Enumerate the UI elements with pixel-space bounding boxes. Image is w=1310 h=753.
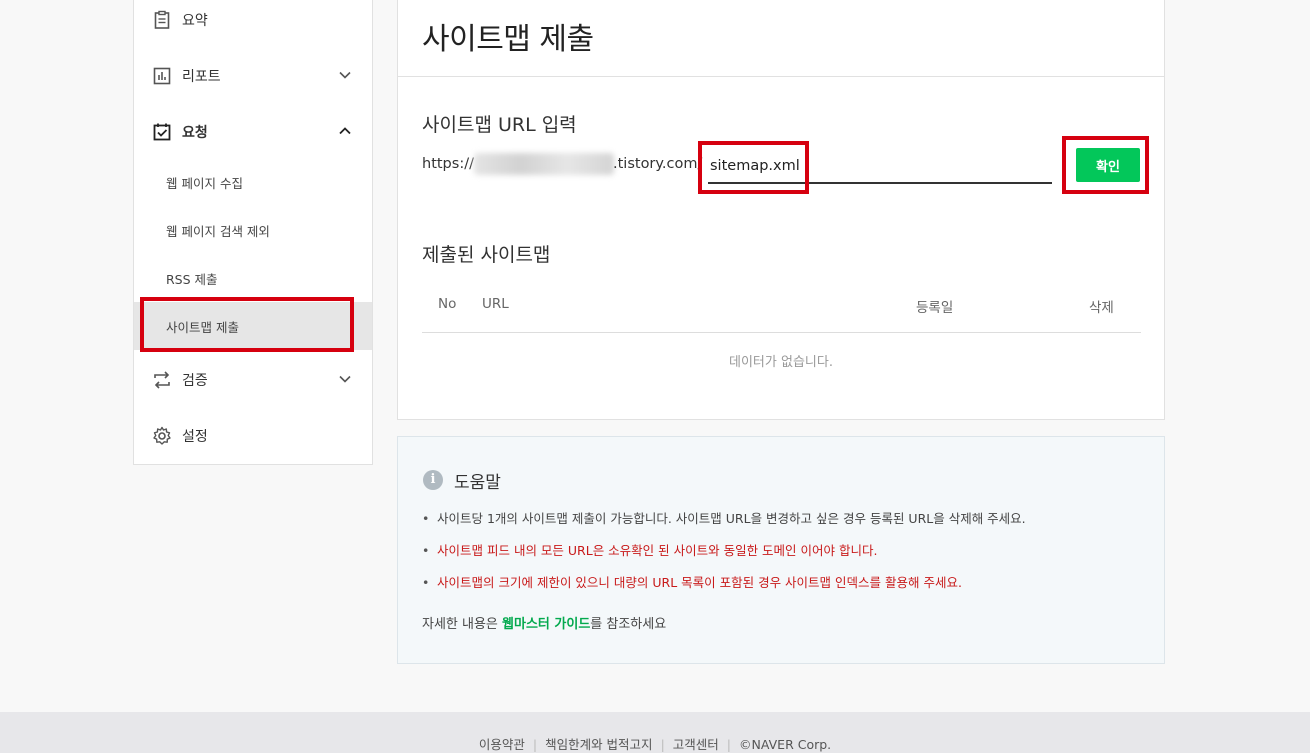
- page-title: 사이트맵 제출: [422, 22, 594, 57]
- footer-separator: |: [532, 737, 538, 752]
- sidebar-item-label: 설정: [182, 429, 208, 445]
- help-item-warning: 사이트맵 피드 내의 모든 URL은 소유확인 된 사이트와 동일한 도메인 이…: [422, 541, 1026, 573]
- blurred-site-name: [474, 153, 614, 175]
- footer-separator: |: [660, 737, 665, 752]
- table-header-no: No: [438, 296, 457, 312]
- sidebar-item-label: 요청: [182, 125, 208, 141]
- footer-separator: |: [726, 737, 732, 752]
- webmaster-guide-link[interactable]: 웹마스터 가이드: [502, 617, 590, 632]
- help-item: 사이트당 1개의 사이트맵 제출이 가능합니다. 사이트맵 URL을 변경하고 …: [422, 509, 1026, 541]
- sidebar-item-label: 요약: [182, 13, 208, 29]
- divider: [398, 76, 1164, 77]
- clipboard-icon: [152, 10, 172, 30]
- checklist-icon: [152, 122, 172, 142]
- gear-icon: [152, 426, 172, 446]
- sitemap-submit-panel: 사이트맵 제출 사이트맵 URL 입력 https:// .tistory.co…: [397, 0, 1165, 420]
- sidebar-subitem-web-page-exclude[interactable]: 웹 페이지 검색 제외: [134, 206, 372, 254]
- sidebar-item-label: 검증: [182, 373, 208, 389]
- sidebar-item-verify[interactable]: 검증: [134, 352, 372, 408]
- sidebar-item-request[interactable]: 요청: [134, 104, 372, 160]
- sidebar-item-label: 리포트: [182, 69, 221, 85]
- help-box: i 도움말 사이트당 1개의 사이트맵 제출이 가능합니다. 사이트맵 URL을…: [397, 436, 1165, 664]
- highlight-box-confirm-button: [1062, 136, 1149, 194]
- sidebar-subitem-web-page-collect[interactable]: 웹 페이지 수집: [134, 158, 372, 206]
- help-footer-suffix: 를 참조하세요: [590, 617, 667, 632]
- footer-links: 이용약관 | 책임한계와 법적고지 | 고객센터 | ©NAVER Corp.: [0, 734, 1310, 753]
- sidebar-item-summary[interactable]: 요약: [134, 0, 372, 48]
- url-section-title: 사이트맵 URL 입력: [422, 114, 577, 136]
- sidebar-item-settings[interactable]: 설정: [134, 408, 372, 464]
- table-header-url: URL: [482, 296, 509, 312]
- help-footer-text: 자세한 내용은 웹마스터 가이드를 참조하세요: [422, 613, 666, 632]
- footer-link-terms[interactable]: 이용약관: [479, 737, 525, 752]
- table-header-delete: 삭제: [1089, 300, 1114, 316]
- footer-link-help-center[interactable]: 고객센터: [673, 737, 719, 752]
- help-title: 도움말: [454, 473, 501, 493]
- sidebar: 요약 리포트 요청 웹 페이지 수집 웹 페이지 검색 제외 RSS 제출 사이…: [133, 0, 373, 465]
- url-suffix: .tistory.com/: [613, 156, 703, 172]
- footer-copyright: ©NAVER Corp.: [739, 737, 832, 752]
- info-icon: i: [423, 470, 443, 490]
- bar-chart-icon: [152, 66, 172, 86]
- chevron-up-icon: [338, 123, 352, 137]
- help-item-warning: 사이트맵의 크기에 제한이 있으니 대량의 URL 목록이 포함된 경우 사이트…: [422, 573, 1026, 605]
- empty-table-message: 데이터가 없습니다.: [729, 355, 833, 370]
- repeat-icon: [152, 370, 172, 390]
- footer-link-disclaimer[interactable]: 책임한계와 법적고지: [545, 737, 652, 752]
- submitted-sitemaps-title: 제출된 사이트맵: [422, 244, 551, 266]
- table-header-date: 등록일: [916, 300, 954, 316]
- chevron-down-icon: [338, 67, 352, 81]
- sidebar-item-report[interactable]: 리포트: [134, 48, 372, 104]
- table-divider: [422, 332, 1141, 333]
- highlight-box-url-input: [698, 141, 809, 194]
- help-footer-prefix: 자세한 내용은: [422, 617, 503, 632]
- chevron-down-icon: [338, 371, 352, 385]
- url-prefix: https://: [422, 156, 474, 172]
- highlight-box-sitemap-menu: [140, 297, 354, 352]
- help-list: 사이트당 1개의 사이트맵 제출이 가능합니다. 사이트맵 URL을 변경하고 …: [422, 509, 1026, 605]
- page-footer: 이용약관 | 책임한계와 법적고지 | 고객센터 | ©NAVER Corp.: [0, 712, 1310, 753]
- sidebar-subitem-rss-submit[interactable]: RSS 제출: [134, 254, 372, 302]
